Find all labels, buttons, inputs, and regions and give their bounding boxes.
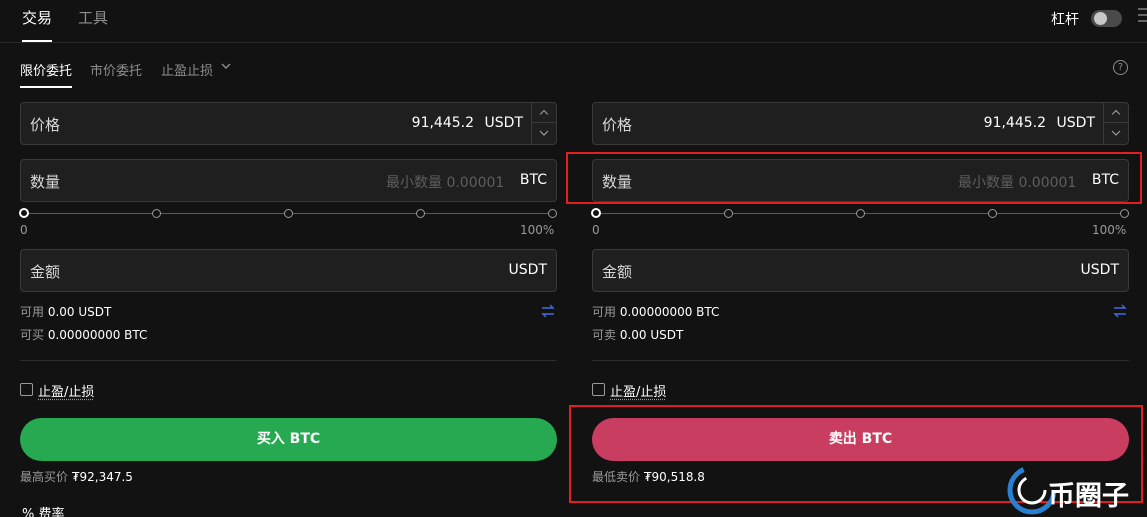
swap-icon[interactable] xyxy=(1113,304,1127,318)
tab-limit-underline xyxy=(20,86,72,88)
sell-slider-max: 100% xyxy=(1092,223,1127,237)
buy-slider-handle[interactable] xyxy=(19,208,29,218)
buy-tpsl-label[interactable]: 止盈/止损 xyxy=(38,381,94,400)
chevron-down-icon[interactable] xyxy=(221,60,231,72)
buy-quantity-label: 数量 xyxy=(30,173,61,191)
buy-quantity-input[interactable]: 数量 最小数量 0.00001 BTC xyxy=(20,159,557,202)
sell-tpsl-label[interactable]: 止盈/止损 xyxy=(610,381,666,400)
sell-slider-min: 0 xyxy=(592,223,600,237)
sell-max-label: 可卖 xyxy=(592,328,617,342)
buy-amount-unit: USDT xyxy=(508,262,547,278)
sell-max-value: 0.00 USDT xyxy=(619,328,684,342)
sell-price-unit: USDT xyxy=(1056,115,1095,131)
buy-slider-max: 100% xyxy=(520,223,555,237)
buy-available: 可用 0.00 USDT xyxy=(20,303,111,320)
sell-price-label: 价格 xyxy=(602,116,633,134)
buy-slider-min: 0 xyxy=(20,223,28,237)
sell-price-value: 91,445.2 xyxy=(983,115,1046,131)
buy-amount-input[interactable]: 金额 USDT xyxy=(20,249,557,292)
stepper-down-icon[interactable] xyxy=(532,123,556,143)
sell-slider-handle[interactable] xyxy=(591,208,601,218)
buy-slider-step[interactable] xyxy=(416,209,425,218)
buy-max: 可买 0.00000000 BTC xyxy=(20,326,147,343)
sell-available-label: 可用 xyxy=(592,305,617,319)
tab-tools[interactable]: 工具 xyxy=(78,7,108,28)
buy-available-label: 可用 xyxy=(20,305,45,319)
buy-amount-label: 金额 xyxy=(30,263,61,281)
more-icon[interactable] xyxy=(1138,8,1147,28)
tab-market-order[interactable]: 市价委托 xyxy=(90,60,142,79)
buy-price-value: 91,445.2 xyxy=(411,115,474,131)
leverage-label: 杠杆 xyxy=(1051,12,1079,28)
buy-divider xyxy=(20,360,557,361)
buy-price-unit: USDT xyxy=(484,115,523,131)
sell-price-input[interactable]: 价格 91,445.2 USDT xyxy=(592,102,1129,145)
percent-icon: % xyxy=(22,507,35,517)
tab-trade-underline xyxy=(22,40,52,42)
watermark-text: 币圈子 xyxy=(1048,481,1129,512)
buy-slider-step[interactable] xyxy=(548,209,557,218)
tab-tpsl-order[interactable]: 止盈止损 xyxy=(161,60,213,79)
sell-available-value: 0.00000000 BTC xyxy=(619,305,720,319)
sell-slider-step[interactable] xyxy=(724,209,733,218)
fee-rate[interactable]: % 费率 xyxy=(22,503,65,517)
stepper-up-icon[interactable] xyxy=(1104,103,1128,123)
buy-max-label: 可买 xyxy=(20,328,45,342)
toggle-knob xyxy=(1094,12,1107,25)
sell-divider xyxy=(592,360,1129,361)
buy-btc-button[interactable]: 买入 BTC xyxy=(20,418,557,461)
sell-available: 可用 0.00000000 BTC xyxy=(592,303,719,320)
sell-amount-unit: USDT xyxy=(1080,262,1119,278)
sell-tpsl-checkbox[interactable] xyxy=(592,383,605,396)
buy-tpsl-checkbox[interactable] xyxy=(20,383,33,396)
highlight-box-quantity xyxy=(566,152,1142,204)
buy-slider-step[interactable] xyxy=(152,209,161,218)
buy-quantity-unit: BTC xyxy=(519,172,547,188)
fee-label: 费率 xyxy=(38,507,65,517)
buy-slider-step[interactable] xyxy=(284,209,293,218)
buy-best-price: 最高买价 ₮92,347.5 xyxy=(20,468,133,485)
sell-max: 可卖 0.00 USDT xyxy=(592,326,683,343)
buy-price-label: 价格 xyxy=(30,116,61,134)
sell-slider-step[interactable] xyxy=(1120,209,1129,218)
swap-icon[interactable] xyxy=(541,304,555,318)
sell-amount-label: 金额 xyxy=(602,263,633,281)
leverage-toggle[interactable] xyxy=(1091,10,1122,27)
sell-price-stepper xyxy=(1103,103,1128,144)
buy-best-value: ₮92,347.5 xyxy=(71,470,133,484)
sell-slider-step[interactable] xyxy=(856,209,865,218)
buy-best-label: 最高买价 xyxy=(20,470,69,484)
top-bar: 交易 工具 杠杆 xyxy=(0,0,1147,43)
tab-trade[interactable]: 交易 xyxy=(22,7,52,28)
stepper-up-icon[interactable] xyxy=(532,103,556,123)
buy-price-stepper xyxy=(531,103,556,144)
buy-price-input[interactable]: 价格 91,445.2 USDT xyxy=(20,102,557,145)
sell-amount-input[interactable]: 金额 USDT xyxy=(592,249,1129,292)
buy-max-value: 0.00000000 BTC xyxy=(47,328,148,342)
sell-slider-step[interactable] xyxy=(988,209,997,218)
buy-available-value: 0.00 USDT xyxy=(47,305,112,319)
stepper-down-icon[interactable] xyxy=(1104,123,1128,143)
help-icon[interactable]: ? xyxy=(1113,60,1128,75)
buy-quantity-placeholder: 最小数量 0.00001 xyxy=(386,175,505,191)
tab-limit-order[interactable]: 限价委托 xyxy=(20,60,72,79)
